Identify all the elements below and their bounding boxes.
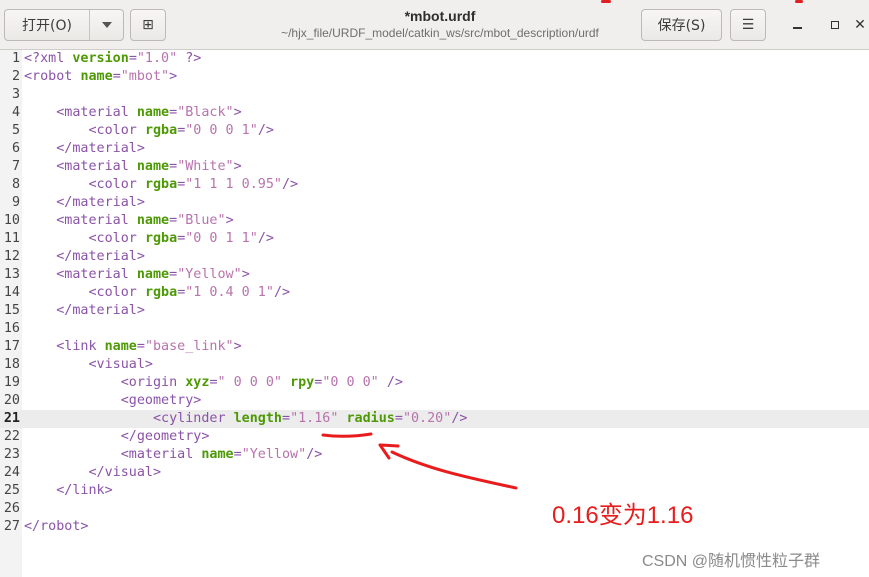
annotation-text: 0.16变为1.16 [552,502,694,529]
annotation-arrow-head [378,443,400,460]
annotation-marks [321,432,518,490]
annotation-arrow-icon [390,450,518,490]
watermark: CSDN @随机惯性粒子群 [642,553,821,570]
annotation-underline [321,432,373,438]
